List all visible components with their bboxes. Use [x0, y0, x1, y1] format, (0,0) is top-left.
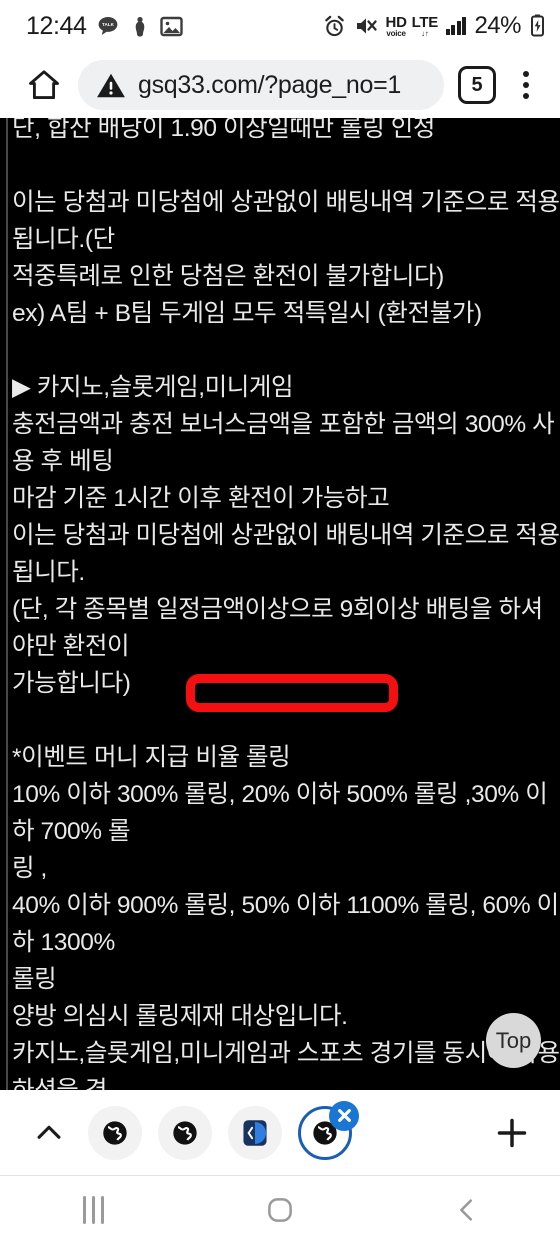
signal-bars-icon — [445, 16, 467, 35]
lte-label: LTE — [411, 13, 439, 31]
url-text[interactable]: gsq33.com/?page_no=1 — [138, 71, 401, 100]
text-line: ex) A팀 + B팀 두게임 모두 적특일시 (환전불가) — [12, 300, 482, 327]
text-line: 이는 당첨과 미당첨에 상관없이 배팅내역 기준으로 적용됩니다. — [12, 522, 560, 586]
status-clock: 12:44 — [26, 11, 87, 40]
back-button[interactable] — [412, 1181, 522, 1239]
text-line: 롤링 — [12, 966, 57, 993]
svg-text:TALK: TALK — [102, 22, 115, 27]
status-bar-left: 12:44 TALK — [26, 12, 183, 41]
band-icon — [129, 15, 151, 38]
tab-counter-label: 5 — [471, 73, 483, 96]
text-line — [12, 332, 560, 369]
tab-item-3[interactable] — [228, 1105, 282, 1160]
gallery-icon — [159, 16, 183, 37]
status-bar-right: HD voice LTE ↓↑ 24% — [323, 12, 546, 40]
network-indicator: HD voice LTE ↓↑ — [386, 13, 439, 38]
text-line: 10% 이하 300% 롤링, 20% 이하 500% 롤링 ,30% 이하 7… — [12, 781, 548, 845]
android-navigation-bar — [0, 1176, 560, 1244]
hd-voice-icon: HD voice — [386, 15, 407, 38]
text-line — [12, 702, 560, 739]
text-line: 양방 의심시 롤링제재 대상입니다. — [12, 1003, 348, 1030]
content-left-border — [6, 118, 8, 1090]
recents-button[interactable] — [38, 1181, 148, 1239]
phone-screen: 12:44 TALK HD voice LTE ↓↑ 24% gsq33.com… — [0, 0, 560, 1244]
chevron-up-icon[interactable] — [20, 1104, 78, 1162]
home-circle-icon — [268, 1198, 292, 1222]
tab-item-1[interactable] — [88, 1105, 142, 1160]
text-line: 충전금액과 충전 보너스금액을 포함한 금액의 300% 사용 후 베팅 — [12, 411, 555, 475]
tab-item-4-active[interactable] — [298, 1100, 359, 1160]
text-line: 이는 당첨과 미당첨에 상관없이 배팅내역 기준으로 적용됩니다.(단 — [12, 189, 560, 253]
battery-icon — [529, 14, 546, 38]
hd-sub-label: voice — [386, 28, 406, 38]
text-line: 마감 기준 1시간 이후 환전이 가능하고 — [12, 485, 390, 512]
close-x-icon — [337, 1109, 351, 1122]
recents-icon — [82, 1196, 104, 1224]
text-line: 적중특례로 인한 당첨은 환전이 불가합니다) — [12, 263, 444, 290]
browser-toolbar: gsq33.com/?page_no=1 5 — [0, 52, 560, 118]
split-view-icon — [243, 1119, 267, 1146]
tab-switcher-bar — [0, 1090, 560, 1176]
text-line — [12, 147, 560, 184]
plus-icon — [497, 1118, 527, 1147]
scroll-to-top-label: Top — [495, 1027, 532, 1053]
page-text-block: 단, 합산 배낭이 1.90 이상일때만 롤링 인정 이는 당첨과 미당첨에 상… — [12, 118, 560, 1090]
back-chevron-icon — [459, 1199, 472, 1221]
text-line: (단, 각 종목별 일정금액이상으로 9회이상 배팅을 하셔야만 환전이 — [12, 596, 543, 660]
text-line: 카지노,슬롯게임,미니게임과 스포츠 경기를 동시에 사용하셨을 경 — [12, 1040, 560, 1090]
url-bar[interactable]: gsq33.com/?page_no=1 — [78, 60, 444, 110]
globe-icon — [103, 1120, 127, 1145]
tab-item-2[interactable] — [158, 1105, 212, 1160]
warning-triangle-icon[interactable] — [96, 72, 126, 99]
text-line: ▶ 카지노,슬롯게임,미니게임 — [12, 374, 294, 401]
lte-sub-label: ↓↑ — [420, 28, 429, 38]
home-button-nav[interactable] — [225, 1181, 335, 1239]
status-bar: 12:44 TALK HD voice LTE ↓↑ 24% — [0, 0, 560, 52]
globe-icon — [173, 1120, 197, 1145]
lte-icon: LTE ↓↑ — [411, 13, 439, 38]
home-button[interactable] — [18, 59, 70, 111]
close-tab-button[interactable] — [329, 1100, 359, 1131]
text-line: 링 , — [12, 855, 47, 882]
mute-icon — [354, 15, 378, 37]
text-line-highlighted: 40% 이하 900% 롤링, 50% 이하 1100% 롤링, 60% 이하 … — [12, 892, 559, 956]
alarm-icon — [323, 15, 346, 38]
web-content[interactable]: 단, 합산 배낭이 1.90 이상일때만 롤링 인정 이는 당첨과 미당첨에 상… — [0, 118, 560, 1090]
kakaotalk-icon: TALK — [96, 14, 120, 38]
tab-list — [88, 1100, 359, 1160]
text-line: 단, 합산 배낭이 1.90 이상일때만 롤링 인정 — [12, 118, 436, 142]
hd-label: HD — [385, 13, 407, 31]
new-tab-button[interactable] — [484, 1105, 540, 1161]
text-line: *이벤트 머니 지급 비율 롤링 — [12, 744, 291, 771]
tab-counter-button[interactable]: 5 — [458, 66, 496, 104]
text-line: 가능합니다) — [12, 670, 131, 697]
battery-percent-label: 24% — [474, 12, 521, 39]
kebab-menu-icon[interactable] — [506, 63, 546, 107]
scroll-to-top-button[interactable]: Top — [486, 1013, 541, 1068]
